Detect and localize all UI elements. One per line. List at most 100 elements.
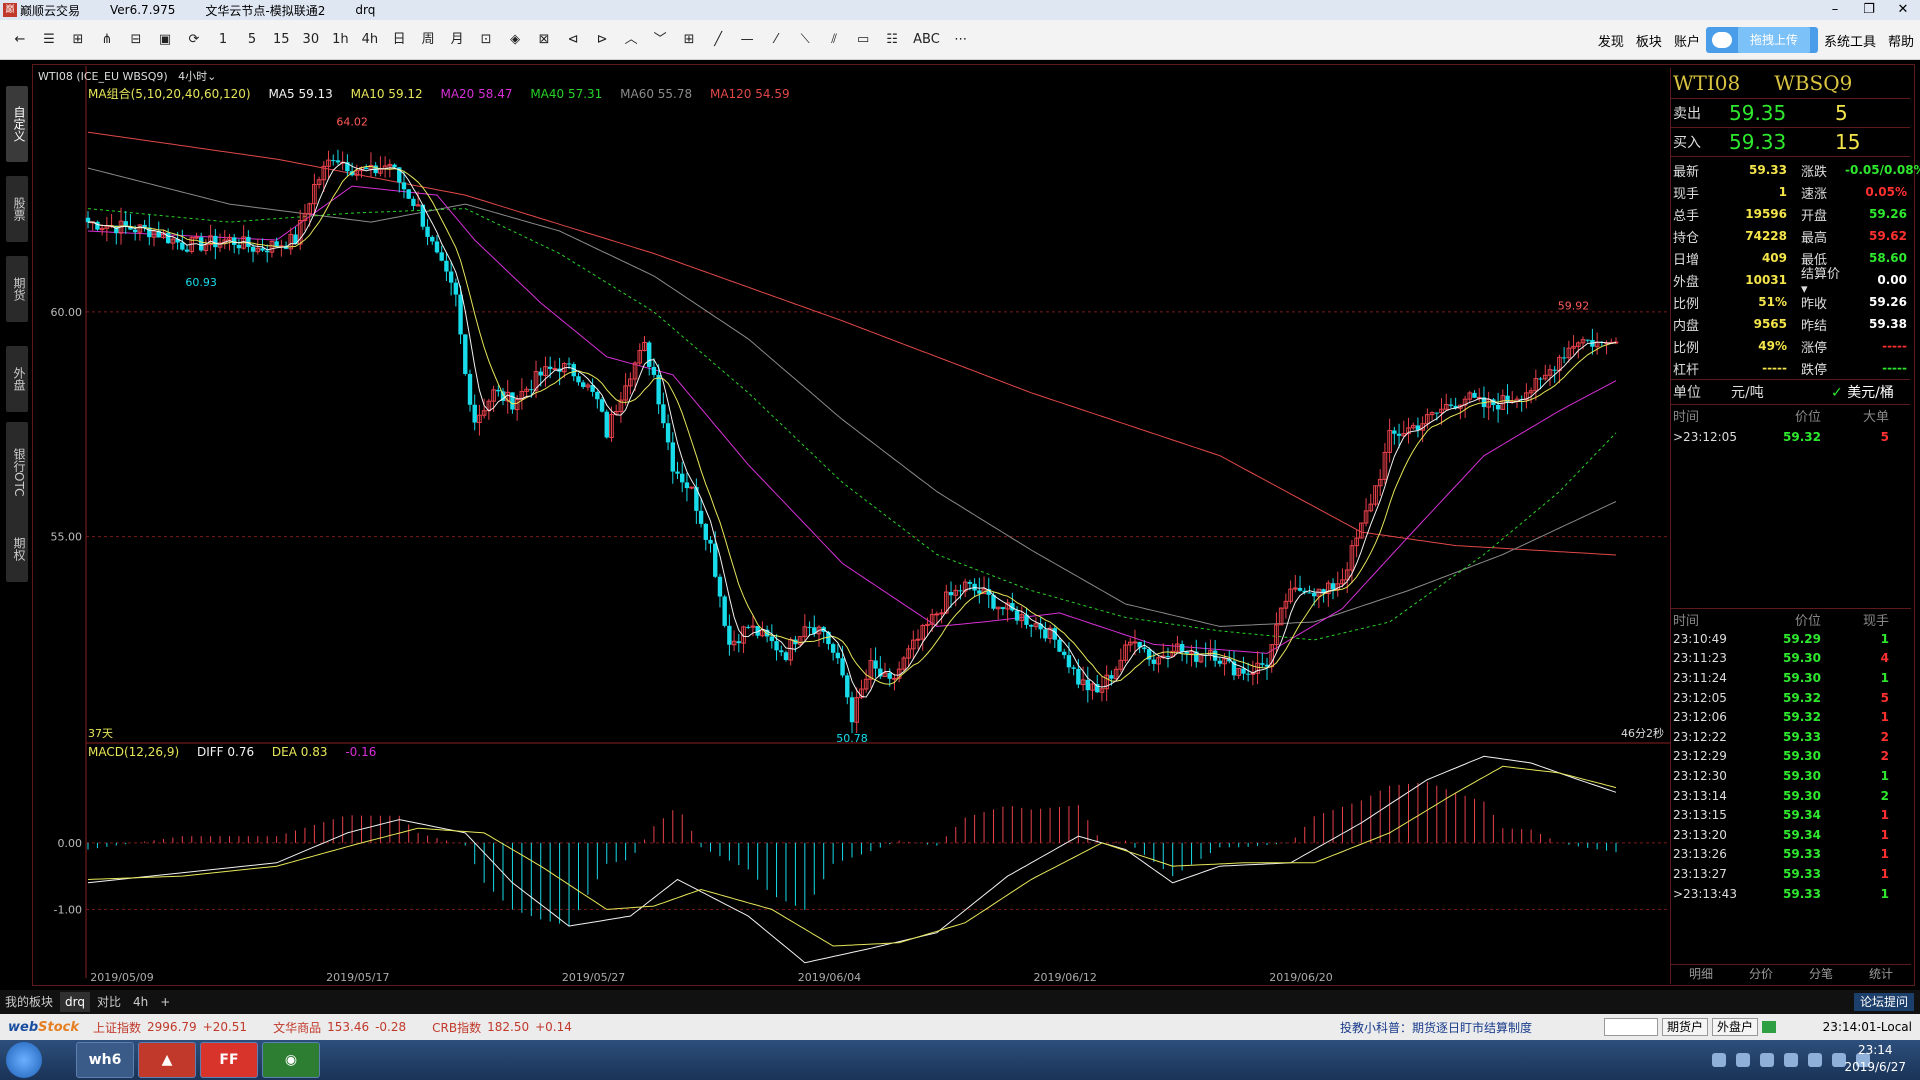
candle-body[interactable] bbox=[826, 631, 831, 645]
candle-body[interactable] bbox=[547, 366, 553, 369]
candle-body[interactable] bbox=[736, 641, 742, 644]
candle-body[interactable] bbox=[1151, 659, 1157, 664]
toolbar-button[interactable]: ⁄ bbox=[764, 28, 788, 52]
candle-body[interactable] bbox=[967, 582, 973, 584]
candle-body[interactable] bbox=[849, 697, 855, 723]
unit-cny-option[interactable]: 元/吨 bbox=[1731, 382, 1831, 402]
candle-body[interactable] bbox=[552, 368, 558, 371]
tab-price-dist[interactable]: 分价 bbox=[1731, 965, 1791, 984]
candle-body[interactable] bbox=[1538, 378, 1543, 380]
tab-compare[interactable]: 对比 bbox=[92, 992, 126, 1012]
candle-body[interactable] bbox=[684, 482, 690, 489]
candle-body[interactable] bbox=[1014, 610, 1020, 621]
news-ticker[interactable]: 投教小科普：期货逐日盯市结算制度 bbox=[1340, 1019, 1532, 1036]
toolbar-button[interactable]: ⊞ bbox=[66, 28, 90, 52]
toolbar-button[interactable]: 周 bbox=[416, 28, 440, 52]
candle-body[interactable] bbox=[458, 294, 463, 335]
left-tab-stocks[interactable]: 股票 bbox=[6, 176, 28, 242]
candle-body[interactable] bbox=[1029, 624, 1034, 627]
candle-body[interactable] bbox=[444, 260, 449, 272]
toolbar-button[interactable]: ﹀ bbox=[648, 28, 672, 52]
candle-body[interactable] bbox=[1495, 404, 1501, 410]
candle-body[interactable] bbox=[165, 232, 171, 244]
ask-row[interactable]: 卖出 59.35 5 bbox=[1671, 98, 1910, 127]
candle-body[interactable] bbox=[595, 391, 600, 400]
period-selector[interactable]: 4小时 bbox=[178, 70, 207, 83]
toolbar-button[interactable]: ☰ bbox=[37, 28, 61, 52]
candle-body[interactable] bbox=[335, 160, 341, 163]
ma-group-selector[interactable]: MA组合(5,10,20,40,60,120) bbox=[88, 87, 251, 101]
candle-body[interactable] bbox=[1260, 663, 1265, 665]
candle-body[interactable] bbox=[873, 660, 878, 669]
toolbar-button[interactable]: 月 bbox=[445, 28, 469, 52]
left-tab-foreign[interactable]: 外盘 bbox=[6, 346, 28, 412]
candle-body[interactable] bbox=[1184, 651, 1190, 654]
candle-body[interactable] bbox=[746, 626, 751, 628]
tab-detail[interactable]: 明细 bbox=[1671, 965, 1731, 984]
toolbar-button[interactable]: ⟍ bbox=[793, 28, 817, 52]
candle-body[interactable] bbox=[1132, 641, 1138, 644]
candle-body[interactable] bbox=[231, 237, 237, 245]
candle-body[interactable] bbox=[1142, 647, 1147, 650]
candle-body[interactable] bbox=[194, 236, 199, 239]
candle-body[interactable] bbox=[698, 510, 704, 524]
candle-body[interactable] bbox=[915, 638, 921, 641]
candle-body[interactable] bbox=[887, 672, 892, 679]
index-name[interactable]: CRB指数 bbox=[432, 1019, 481, 1036]
candle-body[interactable] bbox=[1062, 651, 1067, 656]
left-tab-custom[interactable]: 自定义 bbox=[6, 86, 28, 162]
candle-body[interactable] bbox=[1472, 392, 1477, 398]
taskbar-app-chrome[interactable]: ◉ bbox=[262, 1042, 320, 1078]
candle-body[interactable] bbox=[1297, 587, 1303, 591]
candle-body[interactable] bbox=[717, 576, 723, 597]
candle-body[interactable] bbox=[703, 523, 709, 540]
candle-body[interactable] bbox=[599, 399, 605, 412]
candle-body[interactable] bbox=[1179, 643, 1185, 652]
menu-system-tools[interactable]: 系统工具 bbox=[1824, 31, 1876, 50]
candle-body[interactable] bbox=[670, 442, 675, 472]
candle-body[interactable] bbox=[1000, 607, 1006, 609]
toolbar-button[interactable]: ⟳ bbox=[182, 28, 206, 52]
toolbar-button[interactable]: ⋯ bbox=[949, 28, 973, 52]
restore-button[interactable]: ❐ bbox=[1852, 0, 1886, 20]
toolbar-button[interactable]: ▣ bbox=[153, 28, 177, 52]
toolbar-button[interactable]: 5 bbox=[240, 28, 264, 52]
candle-body[interactable] bbox=[1552, 369, 1557, 371]
candle-body[interactable] bbox=[85, 217, 91, 223]
tab-statistics[interactable]: 统计 bbox=[1851, 965, 1911, 984]
candle-body[interactable] bbox=[123, 221, 128, 227]
tab-ticks[interactable]: 分笔 bbox=[1791, 965, 1851, 984]
candle-body[interactable] bbox=[132, 229, 138, 233]
candle-body[interactable] bbox=[1245, 673, 1251, 675]
toolbar-button[interactable]: — bbox=[735, 28, 759, 52]
candle-body[interactable] bbox=[236, 244, 242, 249]
candle-body[interactable] bbox=[779, 650, 784, 653]
tray-keyboard-icon[interactable] bbox=[1712, 1053, 1726, 1067]
add-tab-button[interactable]: + bbox=[155, 992, 175, 1012]
candle-body[interactable] bbox=[425, 226, 430, 237]
candle-body[interactable] bbox=[364, 167, 369, 170]
tray-app-icon[interactable] bbox=[1736, 1053, 1750, 1067]
candle-body[interactable] bbox=[1307, 592, 1312, 594]
candle-body[interactable] bbox=[845, 675, 850, 698]
candle-body[interactable] bbox=[1066, 655, 1072, 668]
taskbar-app-ff[interactable]: FF bbox=[200, 1042, 258, 1078]
candle-body[interactable] bbox=[406, 189, 411, 199]
candle-body[interactable] bbox=[774, 641, 779, 651]
candle-body[interactable] bbox=[1109, 675, 1114, 679]
candle-body[interactable] bbox=[1241, 668, 1246, 674]
toolbar-button[interactable]: ← bbox=[8, 28, 32, 52]
candle-body[interactable] bbox=[463, 334, 468, 374]
toolbar-button[interactable]: ⫽ bbox=[822, 28, 846, 52]
candle-body[interactable] bbox=[496, 389, 501, 392]
taskbar-clock[interactable]: 23:14 2019/6/27 bbox=[1844, 1042, 1906, 1076]
foreign-account-button[interactable]: 外盘户 bbox=[1712, 1018, 1759, 1036]
candle-body[interactable] bbox=[1434, 412, 1439, 414]
left-tab-bank-otc[interactable]: 银行OTC bbox=[6, 422, 28, 522]
toolbar-button[interactable]: ⊞ bbox=[677, 28, 701, 52]
toolbar-button[interactable]: ▭ bbox=[851, 28, 875, 52]
candle-body[interactable] bbox=[892, 677, 897, 680]
candle-body[interactable] bbox=[656, 374, 661, 405]
close-button[interactable]: ✕ bbox=[1886, 0, 1920, 20]
candle-body[interactable] bbox=[647, 342, 652, 367]
